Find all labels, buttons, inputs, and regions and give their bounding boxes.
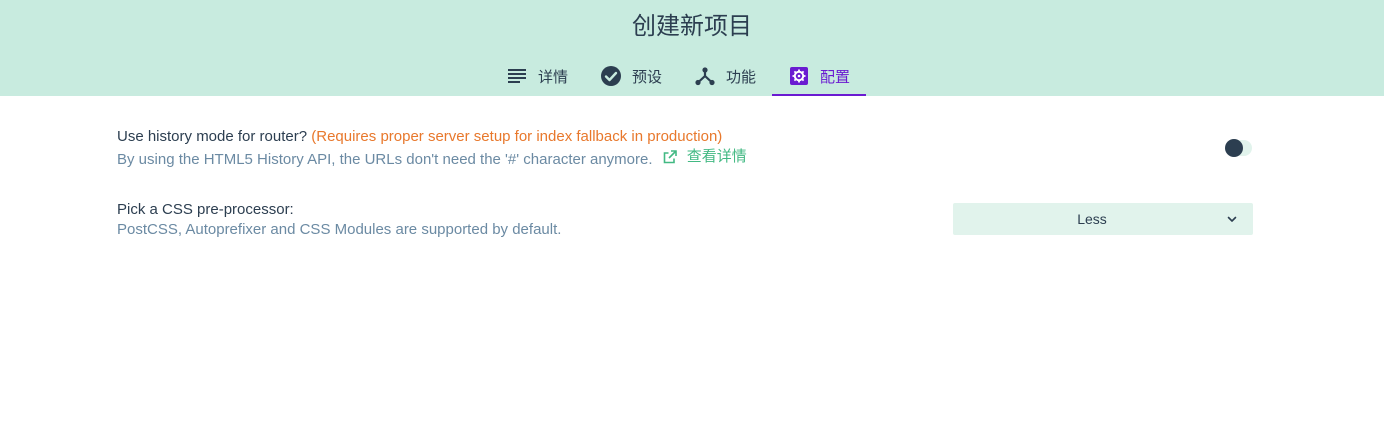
history-mode-question: Use history mode for router? xyxy=(117,128,308,145)
header-bar: 创建新项目 详情 预设 功能 配置 xyxy=(0,0,1384,96)
tab-config[interactable]: 配置 xyxy=(772,56,867,96)
toggle-knob xyxy=(1225,139,1243,157)
gear-icon xyxy=(788,65,810,87)
history-mode-warning: (Requires proper server setup for index … xyxy=(311,128,723,145)
page-title: 创建新项目 xyxy=(632,12,752,40)
tab-features[interactable]: 功能 xyxy=(678,56,772,96)
history-mode-description: By using the HTML5 History API, the URLs… xyxy=(117,151,653,168)
select-value: Less xyxy=(1077,211,1107,227)
history-mode-label: Use history mode for router? (Requires p… xyxy=(117,127,747,147)
history-mode-toggle[interactable] xyxy=(1224,138,1254,158)
history-mode-description-line: By using the HTML5 History API, the URLs… xyxy=(117,147,747,170)
css-preprocessor-select[interactable]: Less xyxy=(953,203,1253,235)
tab-label: 详情 xyxy=(538,67,569,86)
tab-bar: 详情 预设 功能 配置 xyxy=(490,56,867,96)
tab-label: 功能 xyxy=(726,67,757,86)
check-circle-icon xyxy=(600,65,622,87)
tab-label: 配置 xyxy=(820,67,851,86)
tab-presets[interactable]: 预设 xyxy=(584,56,678,96)
css-preprocessor-label: Pick a CSS pre-processor: xyxy=(117,201,294,218)
chevron-down-icon xyxy=(1227,216,1237,222)
css-preprocessor-setting: Pick a CSS pre-processor: PostCSS, Autop… xyxy=(117,200,561,240)
css-preprocessor-description: PostCSS, Autoprefixer and CSS Modules ar… xyxy=(117,221,562,238)
external-link-icon xyxy=(663,150,677,164)
tab-details[interactable]: 详情 xyxy=(490,56,584,96)
history-mode-setting: Use history mode for router? (Requires p… xyxy=(117,127,747,170)
more-info-link[interactable]: 查看详情 xyxy=(663,147,747,167)
branch-icon xyxy=(694,65,716,87)
list-icon xyxy=(506,65,528,87)
more-info-label: 查看详情 xyxy=(686,148,747,165)
tab-label: 预设 xyxy=(632,67,663,86)
